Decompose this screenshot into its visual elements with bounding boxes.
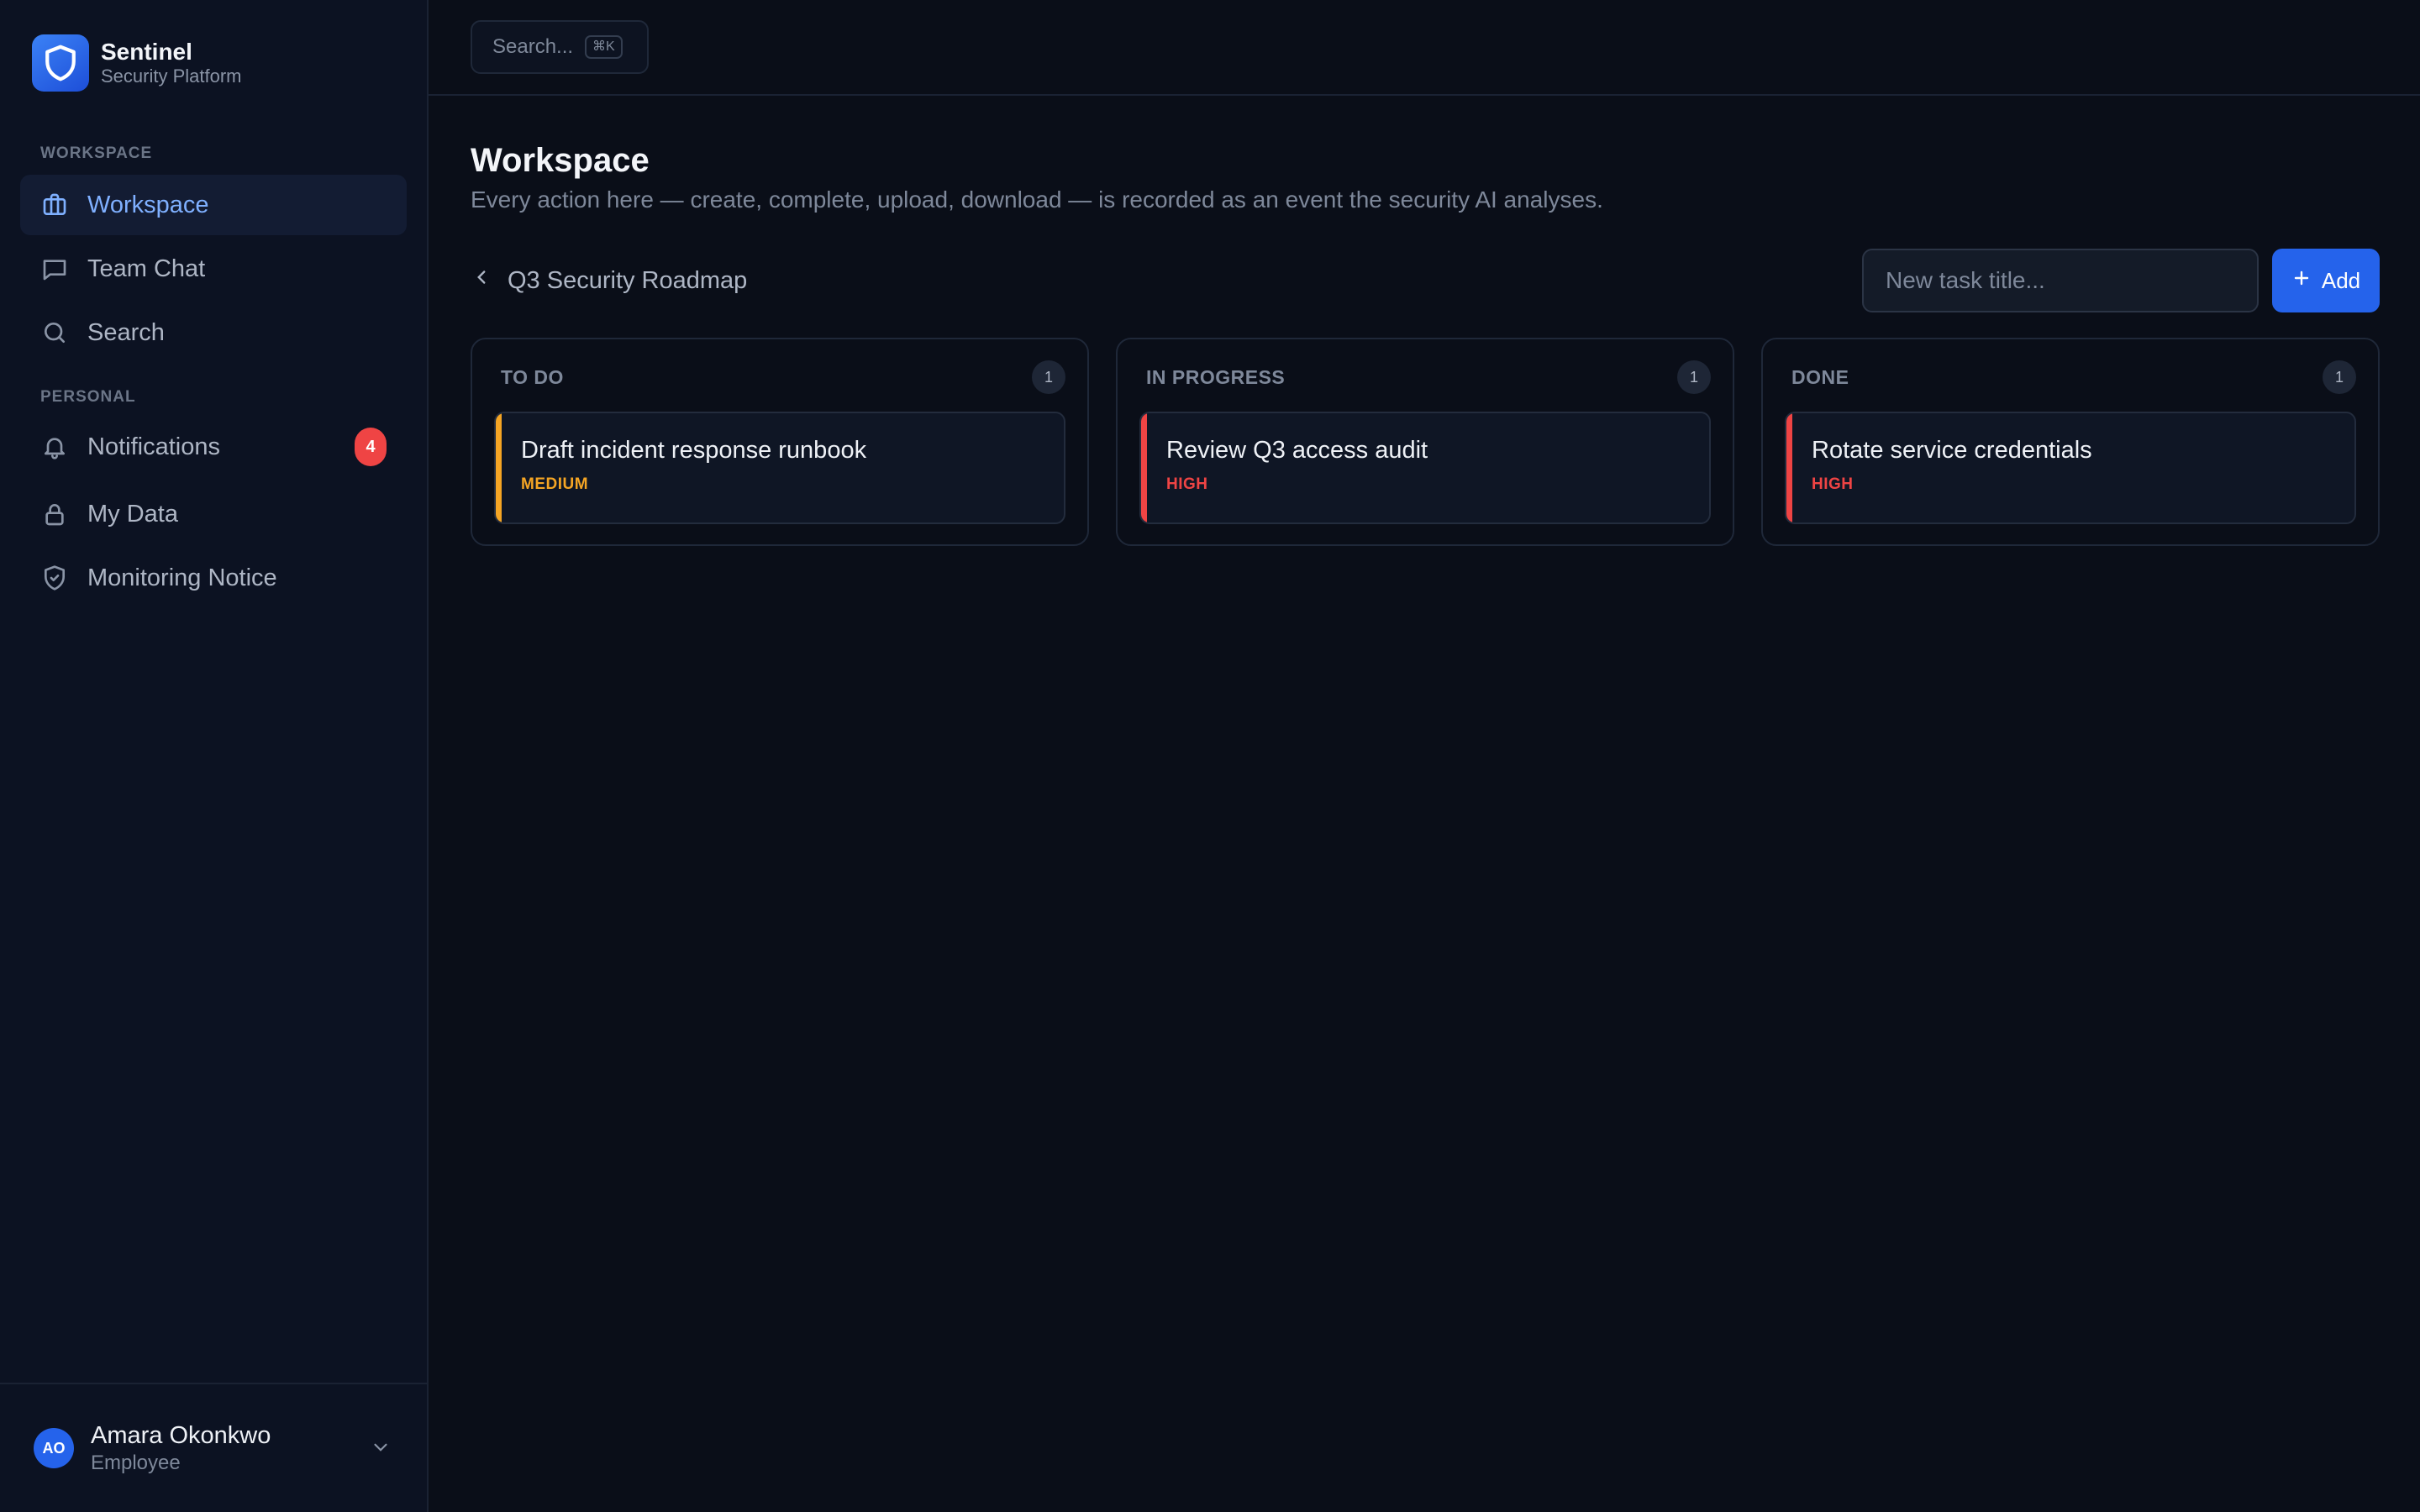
column-title: TO DO [501,365,564,388]
avatar: AO [34,1428,74,1468]
sidebar-item-label: My Data [87,500,178,528]
sidebar-item-label: Monitoring Notice [87,564,277,591]
section-label-workspace: WORKSPACE [40,144,153,162]
lock-icon [40,500,69,528]
sidebar-item-label: Team Chat [87,255,206,282]
brand-name: Sentinel [101,39,192,65]
column-count: 1 [1677,360,1711,394]
briefcase-icon [40,191,69,219]
sidebar-item-label: Search [87,318,165,346]
page-description: Every action here — create, complete, up… [471,186,1603,213]
new-task-input[interactable] [1862,249,2259,312]
brand-subtitle: Security Platform [101,66,242,87]
priority-stripe [1141,413,1147,522]
priority-stripe [496,413,502,522]
task-title: Rotate service credentials [1812,437,2092,464]
priority-stripe [1786,413,1792,522]
task-card[interactable]: Draft incident response runbook MEDIUM [494,412,1065,524]
task-card[interactable]: Rotate service credentials HIGH [1785,412,2356,524]
user-menu[interactable]: AO Amara Okonkwo Employee [0,1383,427,1512]
task-card[interactable]: Review Q3 access audit HIGH [1139,412,1711,524]
chat-icon [40,255,69,283]
column-title: DONE [1791,365,1849,388]
section-label-personal: PERSONAL [40,388,136,406]
sidebar-item-label: Workspace [87,191,209,218]
page-title: Workspace [471,142,650,179]
column-count: 1 [1032,360,1065,394]
brand[interactable]: Sentinel Security Platform [0,0,427,94]
user-role: Employee [91,1452,181,1474]
shield-logo-icon [32,34,89,92]
plus-icon [2291,268,2312,294]
bell-icon [40,433,69,461]
column-todo: TO DO 1 Draft incident response runbook … [471,338,1089,546]
add-task-button[interactable]: Add [2272,249,2380,312]
task-title: Review Q3 access audit [1166,437,1428,464]
column-count: 1 [2323,360,2356,394]
back-to-project-link[interactable]: Q3 Security Roadmap [471,266,747,295]
shortcut-hint: ⌘K [585,35,623,59]
column-done: DONE 1 Rotate service credentials HIGH [1761,338,2380,546]
shield-check-icon [40,564,69,592]
sidebar-item-label: Notifications [87,433,220,460]
sidebar-item-workspace[interactable]: Workspace [20,175,407,235]
sidebar-item-team-chat[interactable]: Team Chat [20,239,407,299]
notification-count-badge: 4 [355,428,387,466]
sidebar-item-search[interactable]: Search [20,302,407,363]
search-placeholder: Search... [492,35,574,58]
column-title: IN PROGRESS [1146,365,1286,388]
kanban-board: TO DO 1 Draft incident response runbook … [471,338,2420,546]
priority-label: MEDIUM [521,475,589,493]
column-in-progress: IN PROGRESS 1 Review Q3 access audit HIG… [1116,338,1734,546]
user-name: Amara Okonkwo [91,1422,271,1449]
sidebar-item-my-data[interactable]: My Data [20,484,407,544]
task-title: Draft incident response runbook [521,437,867,464]
priority-label: HIGH [1166,475,1208,493]
sidebar-item-monitoring-notice[interactable]: Monitoring Notice [20,548,407,608]
chevron-down-icon[interactable] [370,1436,392,1462]
sidebar-item-notifications[interactable]: Notifications 4 [20,417,407,477]
sidebar: Sentinel Security Platform WORKSPACE Wor… [0,0,429,1512]
board-name: Q3 Security Roadmap [508,266,748,294]
search-icon [40,318,69,347]
priority-label: HIGH [1812,475,1854,493]
chevron-left-icon [471,266,492,295]
topbar: Search... ⌘K [429,0,2420,96]
main-area: Search... ⌘K Workspace Every action here… [429,0,2420,1512]
global-search-button[interactable]: Search... ⌘K [471,20,649,74]
add-label: Add [2321,267,2361,293]
